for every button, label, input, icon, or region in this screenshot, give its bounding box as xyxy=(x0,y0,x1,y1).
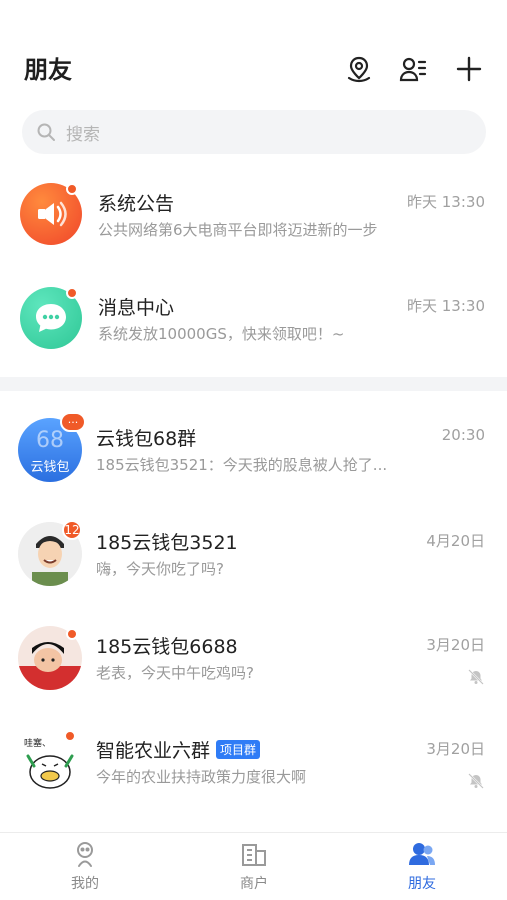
chat-name-with-tag: 智能农业六群 项目群 xyxy=(96,736,261,763)
chat-name: 消息中心 xyxy=(98,297,175,319)
profile-icon xyxy=(77,842,93,867)
add-icon[interactable] xyxy=(452,52,486,86)
list-item-message-center[interactable]: 消息中心 系统发放10000GS，快来领取吧！~ 昨天 13:30 xyxy=(0,267,507,367)
tab-mine[interactable]: 我的 xyxy=(35,839,135,893)
chat-preview: 老表，今天中午吃鸡吗? xyxy=(96,664,254,682)
project-group-tag: 项目群 xyxy=(216,740,261,759)
more-badge: ··· xyxy=(60,412,86,432)
mute-icon xyxy=(468,773,484,789)
list-item-group-chat[interactable]: 68 云钱包 ··· 云钱包68群 185云钱包3521：今天我的股息被人抢了.… xyxy=(0,398,507,498)
location-icon[interactable] xyxy=(342,52,376,86)
list-item-system-notice[interactable]: 系统公告 公共网络第6大电商平台即将迈进新的一步 昨天 13:30 xyxy=(0,163,507,263)
tab-label: 我的 xyxy=(71,876,99,892)
chat-time: 3月20日 xyxy=(426,636,485,654)
list-item-chat[interactable]: 12 185云钱包3521 嗨，今天你吃了吗? 4月20日 xyxy=(0,502,507,602)
chat-name: 智能农业六群 xyxy=(96,740,211,762)
tab-friends[interactable]: 朋友 xyxy=(372,839,472,893)
unread-dot xyxy=(66,287,78,299)
header: 朋友 xyxy=(0,0,507,100)
chat-preview: 今年的农业扶持政策力度很大啊 xyxy=(96,768,307,786)
list-item-group-chat[interactable]: 哇塞、 智能农业六群 项目群 今年的农业扶持政策力度很大啊 3月20日 xyxy=(0,710,507,810)
search-bar[interactable]: 搜索 xyxy=(22,110,486,154)
search-placeholder[interactable]: 搜索 xyxy=(66,120,100,145)
chat-time: 3月20日 xyxy=(426,740,485,758)
chat-name: 系统公告 xyxy=(98,193,175,215)
avatar-caption: 云钱包 xyxy=(30,460,70,475)
chat-time: 昨天 13:30 xyxy=(407,193,485,211)
unread-count-badge: 12 xyxy=(62,520,82,540)
message-avatar xyxy=(20,287,82,349)
friends-icon xyxy=(409,843,435,865)
section-divider xyxy=(0,377,507,391)
chat-name: 云钱包68群 xyxy=(96,428,197,450)
list-item-chat[interactable]: 185云钱包6688 老表，今天中午吃鸡吗? 3月20日 xyxy=(0,606,507,706)
unread-dot xyxy=(64,730,76,742)
notice-avatar xyxy=(20,183,82,245)
unread-dot xyxy=(66,628,78,640)
avatar-caption: 哇塞、 xyxy=(24,739,52,749)
tab-label: 商户 xyxy=(240,876,268,892)
page-title: 朋友 xyxy=(24,56,72,84)
chat-preview: 185云钱包3521：今天我的股息被人抢了... xyxy=(96,456,388,474)
search-icon xyxy=(37,123,55,141)
unread-dot xyxy=(66,183,78,195)
chat-time: 4月20日 xyxy=(426,532,485,550)
chat-name: 185云钱包3521 xyxy=(96,532,238,554)
chat-preview: 公共网络第6大电商平台即将迈进新的一步 xyxy=(98,221,378,239)
chat-time: 20:30 xyxy=(441,426,485,444)
chat-preview: 嗨，今天你吃了吗? xyxy=(96,560,224,578)
chat-time: 昨天 13:30 xyxy=(407,297,485,315)
group-avatar: 哇塞、 xyxy=(18,730,82,794)
user-avatar xyxy=(18,626,82,690)
user-avatar: 12 xyxy=(18,520,82,586)
contacts-icon[interactable] xyxy=(396,52,430,86)
tab-label: 朋友 xyxy=(408,876,436,892)
group-avatar: 68 云钱包 ··· xyxy=(18,412,86,482)
merchant-icon xyxy=(242,844,266,866)
mute-icon xyxy=(468,669,484,685)
chat-preview: 系统发放10000GS，快来领取吧！~ xyxy=(98,325,345,343)
bottom-tab-bar: 我的 商户 朋友 xyxy=(0,832,507,900)
chat-name: 185云钱包6688 xyxy=(96,636,238,658)
tab-merchant[interactable]: 商户 xyxy=(204,839,304,893)
